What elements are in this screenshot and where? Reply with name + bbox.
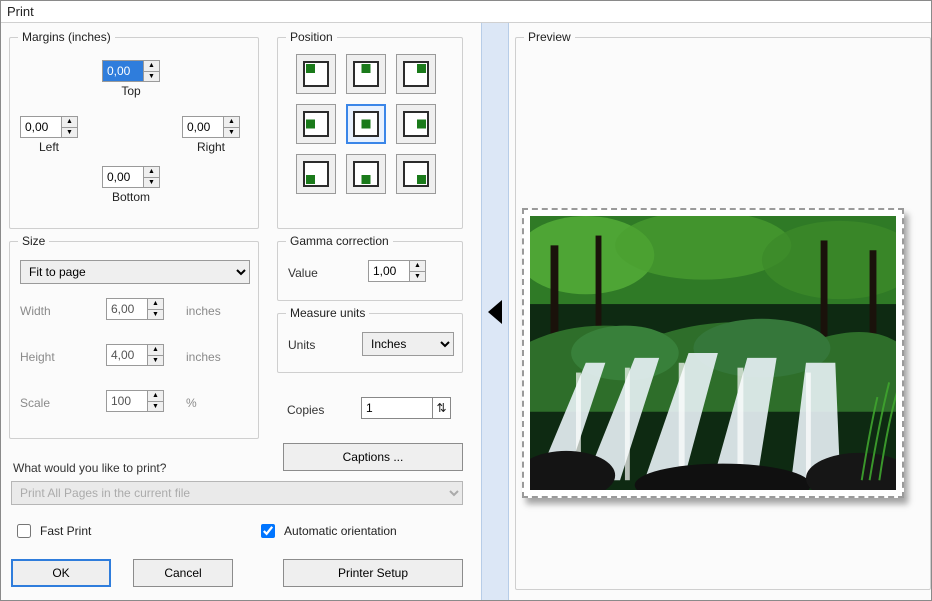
position-tc[interactable] — [346, 54, 386, 94]
splitter[interactable] — [481, 23, 509, 600]
size-mode-select[interactable]: Fit to page — [20, 260, 250, 284]
size-height-input[interactable] — [107, 345, 147, 365]
print-dialog: Print Margins (inches) ▲ ▼ Top — [0, 0, 932, 601]
units-group: Measure units Units Inches — [277, 313, 463, 373]
gamma-up[interactable]: ▲ — [410, 261, 425, 272]
margin-top-input[interactable] — [103, 61, 143, 81]
units-label: Units — [288, 338, 315, 352]
position-tl[interactable] — [296, 54, 336, 94]
margin-bottom-input[interactable] — [103, 167, 143, 187]
units-select[interactable]: Inches — [362, 332, 454, 356]
position-ml[interactable] — [296, 104, 336, 144]
size-width-label: Width — [20, 304, 51, 318]
size-height-unit: inches — [186, 350, 221, 364]
copies-label: Copies — [287, 403, 324, 417]
position-legend: Position — [286, 30, 337, 44]
size-height-down[interactable]: ▼ — [148, 356, 163, 366]
auto-orient-checkbox[interactable]: Automatic orientation — [257, 521, 397, 541]
position-bl[interactable] — [296, 154, 336, 194]
margin-right-label: Right — [182, 140, 240, 154]
margin-top-spin[interactable]: ▲ ▼ — [102, 60, 160, 82]
margin-right-down[interactable]: ▼ — [224, 128, 239, 138]
margin-top-up[interactable]: ▲ — [144, 61, 159, 72]
margin-right-input[interactable] — [183, 117, 223, 137]
size-height-label: Height — [20, 350, 55, 364]
size-width-spin[interactable]: ▲ ▼ — [106, 298, 164, 320]
margin-bottom-label: Bottom — [102, 190, 160, 204]
position-mr[interactable] — [396, 104, 436, 144]
size-scale-unit: % — [186, 396, 197, 410]
position-tr[interactable] — [396, 54, 436, 94]
preview-image — [530, 216, 896, 490]
print-what-label: What would you like to print? — [13, 461, 166, 475]
position-group: Position — [277, 37, 463, 229]
gamma-spin[interactable]: ▲ ▼ — [368, 260, 426, 282]
size-width-up[interactable]: ▲ — [148, 299, 163, 310]
units-legend: Measure units — [286, 306, 369, 320]
position-mc[interactable] — [346, 104, 386, 144]
preview-page — [522, 208, 904, 498]
size-scale-input[interactable] — [107, 391, 147, 411]
auto-orient-input[interactable] — [261, 524, 275, 538]
copies-spin[interactable]: ⇅ — [361, 397, 451, 419]
preview-legend: Preview — [524, 30, 575, 44]
gamma-value-label: Value — [288, 266, 318, 280]
size-scale-up[interactable]: ▲ — [148, 391, 163, 402]
size-group: Size Fit to page Width ▲ ▼ — [9, 241, 259, 439]
collapse-arrow-icon — [488, 300, 502, 324]
margin-right-spin[interactable]: ▲ ▼ — [182, 116, 240, 138]
margin-left-label: Left — [20, 140, 78, 154]
copies-updown-icon[interactable]: ⇅ — [432, 398, 450, 418]
position-grid — [278, 38, 462, 194]
right-pane: Preview — [509, 23, 931, 600]
gamma-legend: Gamma correction — [286, 234, 393, 248]
print-what-select[interactable]: Print All Pages in the current file — [11, 481, 463, 505]
margin-top-down[interactable]: ▼ — [144, 72, 159, 82]
gamma-down[interactable]: ▼ — [410, 272, 425, 282]
margin-top-label: Top — [102, 84, 160, 98]
fast-print-checkbox[interactable]: Fast Print — [13, 521, 91, 541]
captions-button[interactable]: Captions ... — [283, 443, 463, 471]
margins-legend: Margins (inches) — [18, 30, 115, 44]
printer-setup-button[interactable]: Printer Setup — [283, 559, 463, 587]
margins-group: Margins (inches) ▲ ▼ Top — [9, 37, 259, 229]
ok-button[interactable]: OK — [11, 559, 111, 587]
margin-bottom-up[interactable]: ▲ — [144, 167, 159, 178]
position-br[interactable] — [396, 154, 436, 194]
size-scale-label: Scale — [20, 396, 50, 410]
gamma-group: Gamma correction Value ▲ ▼ — [277, 241, 463, 301]
margin-left-down[interactable]: ▼ — [62, 128, 77, 138]
gamma-input[interactable] — [369, 261, 409, 281]
margin-left-spin[interactable]: ▲ ▼ — [20, 116, 78, 138]
size-height-spin[interactable]: ▲ ▼ — [106, 344, 164, 366]
margin-left-up[interactable]: ▲ — [62, 117, 77, 128]
cancel-button[interactable]: Cancel — [133, 559, 233, 587]
size-legend: Size — [18, 234, 49, 248]
size-width-unit: inches — [186, 304, 221, 318]
margin-bottom-down[interactable]: ▼ — [144, 178, 159, 188]
copies-input[interactable] — [362, 398, 432, 418]
size-width-input[interactable] — [107, 299, 147, 319]
fast-print-input[interactable] — [17, 524, 31, 538]
position-bc[interactable] — [346, 154, 386, 194]
preview-group: Preview — [515, 37, 931, 590]
margin-right-up[interactable]: ▲ — [224, 117, 239, 128]
window-title: Print — [1, 1, 931, 23]
left-pane: Margins (inches) ▲ ▼ Top — [1, 23, 481, 600]
size-scale-down[interactable]: ▼ — [148, 402, 163, 412]
margin-left-input[interactable] — [21, 117, 61, 137]
size-width-down[interactable]: ▼ — [148, 310, 163, 320]
fast-print-label: Fast Print — [40, 524, 91, 538]
size-height-up[interactable]: ▲ — [148, 345, 163, 356]
size-scale-spin[interactable]: ▲ ▼ — [106, 390, 164, 412]
margin-bottom-spin[interactable]: ▲ ▼ — [102, 166, 160, 188]
auto-orient-label: Automatic orientation — [284, 524, 397, 538]
